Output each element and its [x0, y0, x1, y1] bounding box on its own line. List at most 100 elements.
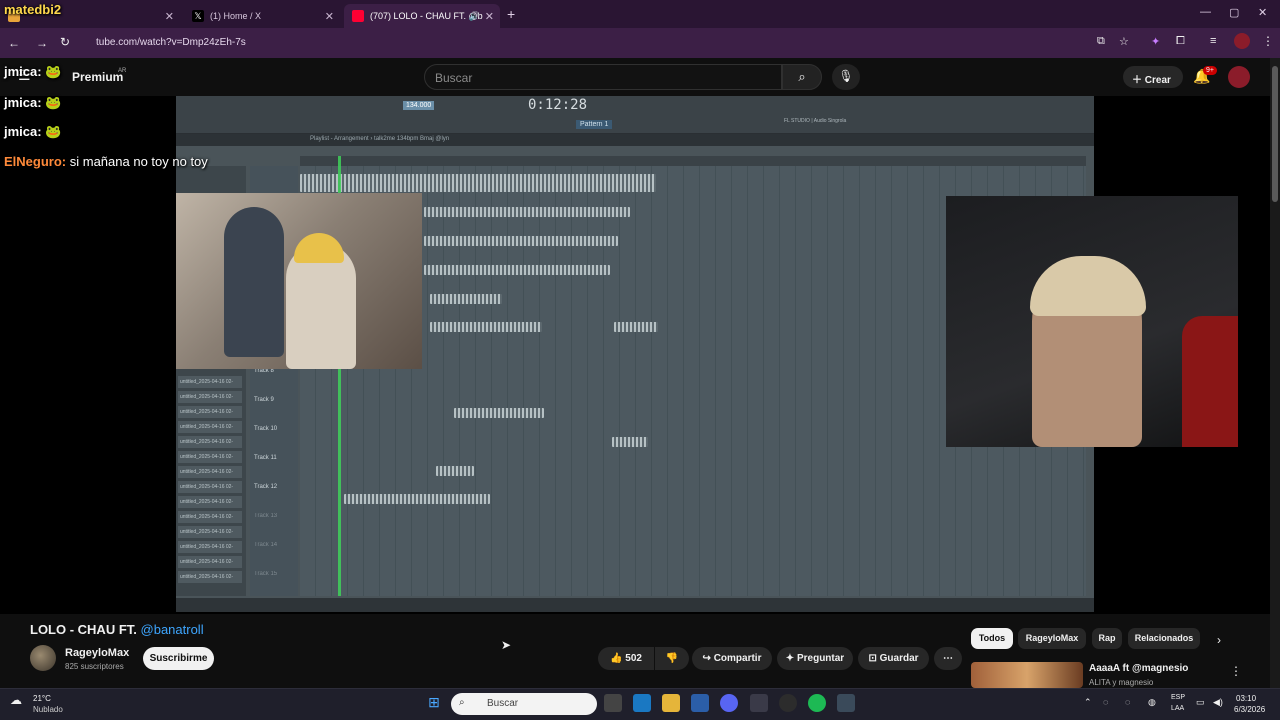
edge-icon[interactable]: [633, 694, 651, 712]
close-window-button[interactable]: ✕: [1258, 6, 1267, 19]
volume-icon[interactable]: ◀): [1213, 697, 1223, 708]
clip-name: untitled_2025-04-16 02-: [178, 556, 242, 568]
audio-playing-icon[interactable]: 🔊: [469, 11, 480, 22]
weather-cloud-icon[interactable]: ☁: [10, 693, 22, 707]
person-silhouette: [224, 207, 284, 357]
tab-label: (1) Home / X: [210, 11, 262, 21]
webcam-left: [176, 193, 422, 369]
tab-x-home[interactable]: 𝕏 (1) Home / X ✕: [184, 4, 340, 28]
account-avatar[interactable]: [1228, 66, 1250, 88]
recommendation-menu-icon[interactable]: ⋮: [1230, 664, 1242, 678]
tab-youtube-video[interactable]: (707) LOLO - CHAU FT. @b 🔊 ✕: [344, 4, 500, 28]
chat-line: jmica: 🐸: [4, 124, 61, 140]
extension-icon[interactable]: ✦: [1151, 35, 1160, 48]
fl-timeline-ruler: [300, 156, 1086, 166]
chat-emote-icon: 🐸: [45, 95, 62, 110]
clip-name: untitled_2025-04-16 02-: [178, 376, 242, 388]
track-label: Track 15: [254, 571, 278, 577]
chips-next-icon[interactable]: ›: [1217, 633, 1221, 647]
bookmark-icon: ⊡: [868, 653, 877, 664]
tab-search-icon[interactable]: ≡: [1210, 35, 1216, 47]
store-icon[interactable]: [691, 694, 709, 712]
search-input[interactable]: Buscar: [424, 64, 782, 90]
audio-clip: [612, 437, 648, 447]
fl-playlist-bar: Playlist - Arrangement › talk2me 134bpm …: [176, 134, 1094, 146]
tray-icon[interactable]: ◌: [1103, 697, 1108, 707]
spotify-icon[interactable]: [808, 694, 826, 712]
audio-clip: [430, 294, 502, 304]
create-button[interactable]: ＋ Crear: [1123, 66, 1183, 88]
bookmark-star-icon[interactable]: ☆: [1119, 35, 1129, 48]
clock-time[interactable]: 03:10: [1236, 694, 1256, 703]
channel-name[interactable]: RageyloMax: [65, 647, 129, 659]
task-view-icon[interactable]: [604, 694, 622, 712]
subscribe-button[interactable]: Suscribirme: [143, 647, 214, 670]
install-app-icon[interactable]: ⧉: [1097, 35, 1105, 48]
dislike-button[interactable]: 👎: [655, 647, 689, 670]
minimize-button[interactable]: —: [1200, 6, 1211, 18]
mouse-cursor-icon: ➤: [501, 638, 512, 652]
back-icon[interactable]: ←: [8, 36, 20, 50]
youtube-logo[interactable]: Premium: [72, 70, 123, 84]
fl-studio-icon[interactable]: [837, 694, 855, 712]
clip-name: untitled_2025-04-16 02-: [178, 526, 242, 538]
file-explorer-icon[interactable]: [662, 694, 680, 712]
video-title: LOLO - CHAU FT. @banatroll: [30, 622, 204, 637]
scrollbar-thumb[interactable]: [1272, 66, 1278, 202]
clip-name: untitled_2025-04-16 02-: [178, 466, 242, 478]
fl-pattern: Pattern 1: [576, 120, 613, 129]
clip-name: untitled_2025-04-16 02-: [178, 571, 242, 583]
chat-user: ElNeguro:: [4, 154, 67, 169]
forward-icon[interactable]: →: [36, 36, 48, 50]
chip-todos[interactable]: Todos: [971, 628, 1013, 649]
recommendation-title[interactable]: AaaaA ft @magnesio: [1089, 663, 1188, 674]
profile-avatar[interactable]: [1234, 33, 1250, 49]
clip-name: untitled_2025-04-16 02-: [178, 511, 242, 523]
search-button[interactable]: ⌕: [782, 64, 822, 90]
ask-button[interactable]: ✦ Preguntar: [777, 647, 853, 670]
close-tab-icon[interactable]: ✕: [485, 10, 494, 23]
weather-temp[interactable]: 21°C: [33, 694, 51, 703]
channel-avatar[interactable]: [30, 645, 56, 671]
title-mention-link[interactable]: @banatroll: [141, 622, 204, 637]
network-icon[interactable]: ▭: [1196, 697, 1205, 708]
reload-icon[interactable]: ↻: [60, 35, 70, 49]
more-actions-button[interactable]: ⋯: [934, 647, 962, 670]
browser-menu-icon[interactable]: ⋮: [1262, 34, 1274, 48]
audio-clip: [424, 207, 630, 217]
maximize-button[interactable]: ▢: [1229, 6, 1239, 19]
chat-emote-icon: 🐸: [45, 124, 62, 139]
keyboard-language[interactable]: ESP: [1171, 694, 1185, 701]
webcam-right: [946, 196, 1238, 447]
close-tab-icon[interactable]: ✕: [165, 10, 174, 23]
voice-search-button[interactable]: 🎙: [832, 64, 860, 90]
close-tab-icon[interactable]: ✕: [325, 10, 334, 23]
taskbar-search[interactable]: Buscar: [451, 693, 597, 715]
save-button[interactable]: ⊡ Guardar: [858, 647, 929, 670]
discord-icon[interactable]: [720, 694, 738, 712]
chat-line: jmica: 🐸: [4, 64, 61, 80]
obs-icon[interactable]: [779, 694, 797, 712]
recommendation-thumbnail[interactable]: [971, 662, 1083, 688]
chrome-icon[interactable]: [750, 694, 768, 712]
fl-tempo: 134.000: [403, 101, 435, 110]
microphone-icon[interactable]: ◍: [1148, 697, 1156, 708]
like-button[interactable]: 👍 502: [598, 647, 654, 670]
chip-rap[interactable]: Rap: [1092, 628, 1122, 649]
share-button[interactable]: ↪ Compartir: [692, 647, 772, 670]
recommendation-channel: ALITA y magnesio: [1089, 678, 1154, 687]
extensions-puzzle-icon[interactable]: ⧠: [1176, 35, 1185, 48]
windows-start-icon[interactable]: ⊞: [425, 694, 443, 712]
chip-channel[interactable]: RageyloMax: [1018, 628, 1086, 649]
audio-clip: [424, 236, 618, 246]
youtube-favicon-icon: [352, 10, 364, 22]
search-icon: ⌕: [798, 69, 806, 84]
tray-chevron-icon[interactable]: ⌃: [1084, 697, 1092, 708]
fl-timer: 0:12:28: [528, 97, 588, 113]
chip-relacionados[interactable]: Relacionados: [1128, 628, 1200, 649]
url-text[interactable]: tube.com/watch?v=Dmp24zEh-7s: [96, 37, 246, 48]
new-tab-button[interactable]: +: [507, 6, 515, 22]
share-icon: ↪: [702, 653, 711, 664]
tray-icon[interactable]: ◌: [1125, 697, 1130, 707]
sparkle-icon: ✦: [785, 653, 795, 664]
